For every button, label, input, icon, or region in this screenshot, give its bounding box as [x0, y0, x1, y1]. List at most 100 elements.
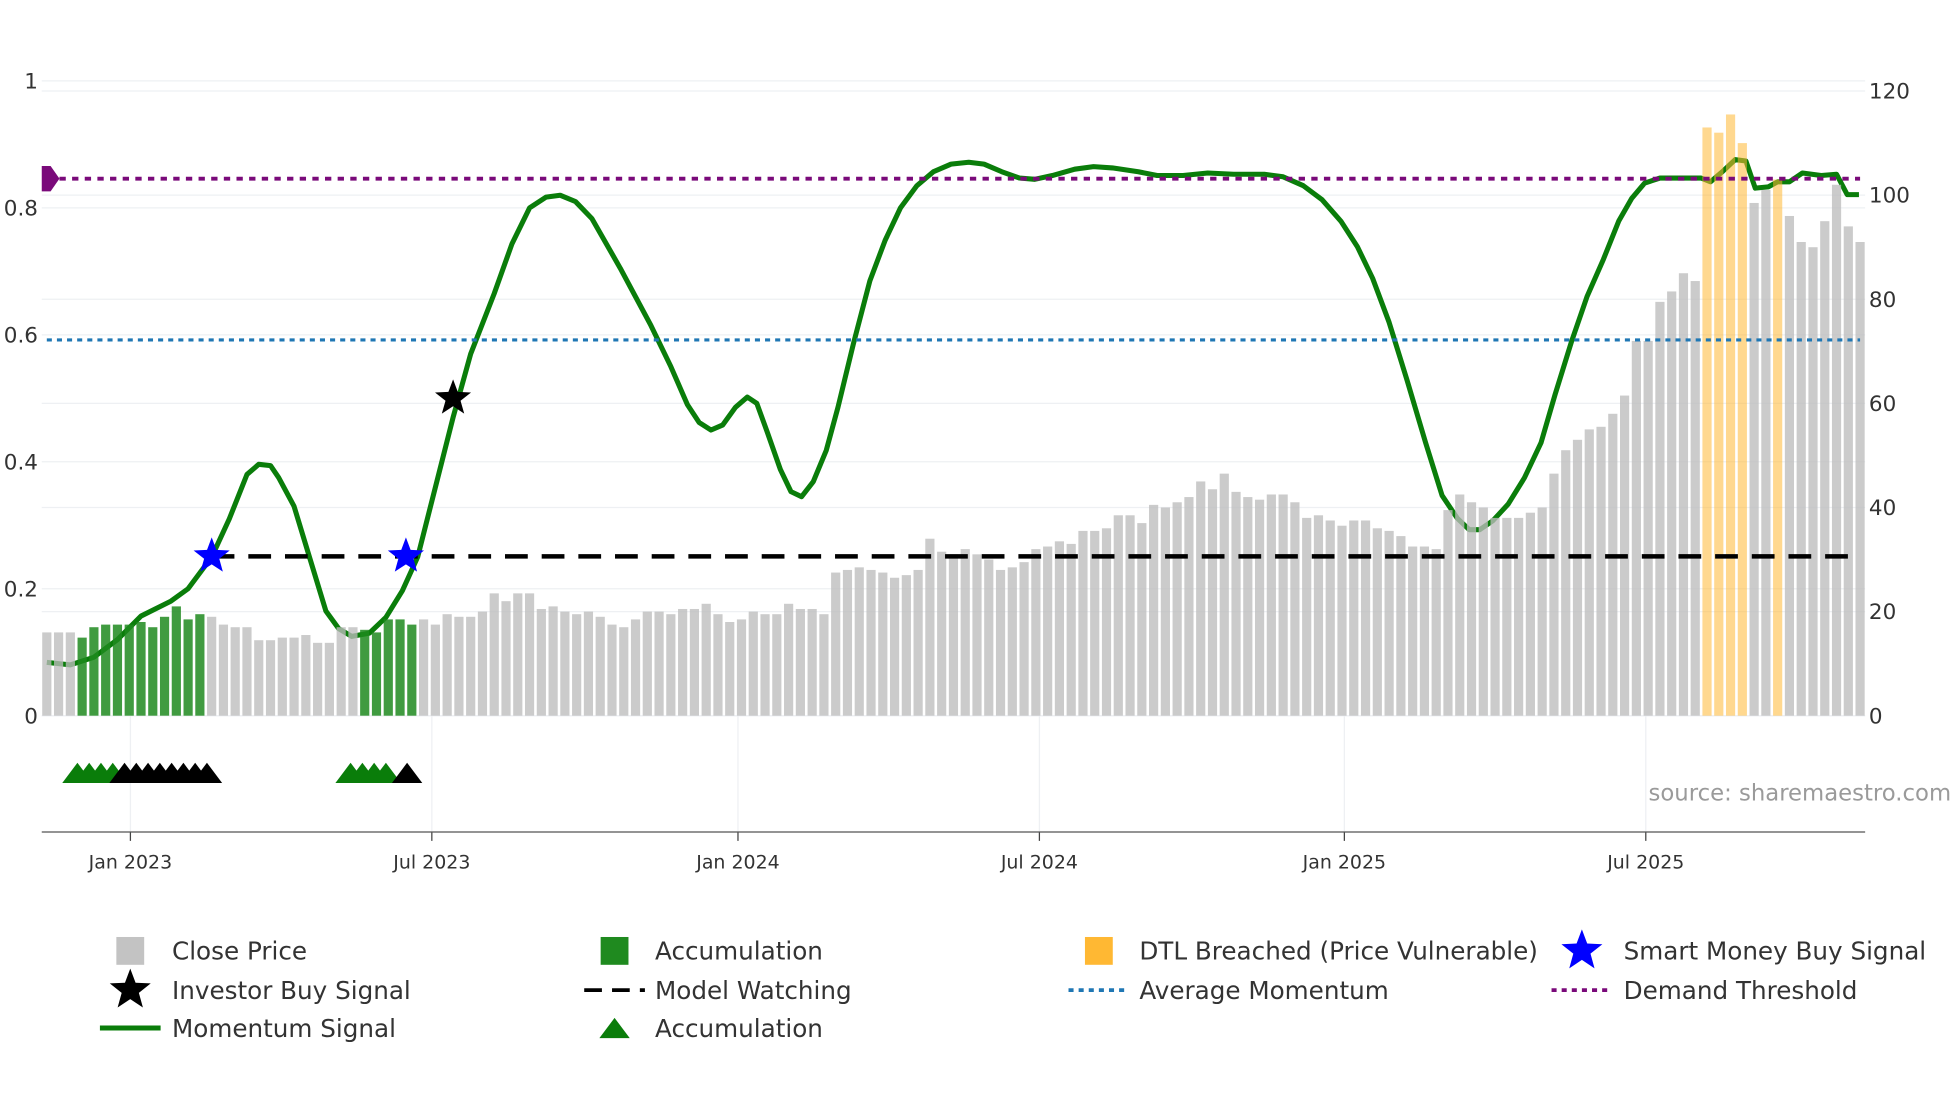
close-price-bar [454, 616, 464, 716]
close-price-bar [336, 627, 346, 716]
close-price-bar [1266, 494, 1276, 716]
left-tick-label: 0.8 [4, 196, 38, 221]
close-price-bar [854, 567, 864, 716]
x-tick-label: Jan 2025 [1302, 852, 1386, 874]
close-price-bar [913, 569, 923, 716]
close-price-bar [442, 614, 452, 716]
close-price-bar [1749, 202, 1759, 716]
source-label: source: sharemaestro.com [1649, 780, 1952, 806]
close-price-bar [207, 616, 217, 716]
close-price-bar [513, 593, 523, 716]
left-tick-label: 0.2 [4, 577, 38, 602]
accumulation-bar [77, 637, 87, 716]
close-price-bar [1360, 520, 1371, 716]
close-price-bar [1525, 512, 1535, 716]
close-price-bar [477, 611, 488, 716]
left-tick-label: 0.4 [4, 450, 38, 475]
x-tick-label: Jan 2024 [695, 852, 779, 874]
close-price-bar [795, 608, 805, 716]
close-price-bar [1584, 429, 1594, 716]
dtl-breached-bar [1702, 127, 1712, 716]
x-tick-label: Jul 2023 [392, 852, 470, 874]
demand-threshold-marker [41, 166, 60, 192]
dtl-breached-bar [1737, 143, 1747, 716]
close-price-bar [489, 593, 499, 716]
x-tick-label: Jul 2025 [1606, 852, 1684, 874]
close-price-bar [1007, 567, 1017, 716]
close-price-bar [1054, 541, 1065, 716]
close-price-bar [1419, 546, 1430, 716]
close-price-bar [1596, 426, 1606, 716]
close-price-bar [289, 637, 299, 716]
square-grey-icon [116, 936, 145, 965]
accumulation-bar [371, 632, 382, 716]
close-price-bar [1337, 525, 1347, 716]
close-price-bar [807, 608, 817, 716]
close-price-bar [1349, 520, 1359, 716]
x-tick-label: Jan 2023 [88, 852, 172, 874]
legend-label: Momentum Signal [172, 1014, 396, 1043]
close-price-bar [313, 642, 323, 716]
right-tick-label: 100 [1869, 184, 1910, 209]
accumulation-bar [136, 622, 146, 716]
star-blue-icon [1561, 929, 1603, 969]
accumulation-bar [148, 627, 158, 716]
close-price-bar [1243, 497, 1253, 716]
close-price-bar [430, 624, 440, 716]
close-price-bar [1196, 481, 1206, 716]
accumulation-bar [124, 624, 134, 716]
close-price-bar [1313, 515, 1324, 716]
close-price-bar [725, 622, 735, 716]
close-price-bar [1855, 242, 1865, 716]
signal-markers [62, 379, 472, 783]
close-price-bar [1631, 340, 1641, 716]
dtl-breached-bar [1725, 114, 1736, 716]
close-price-bar [925, 538, 935, 716]
close-price-bar [301, 635, 311, 716]
close-price-bar [1796, 242, 1806, 716]
close-price-bar [1431, 549, 1441, 716]
close-price-bar [1278, 494, 1288, 716]
close-price-bar [937, 551, 947, 716]
close-price-bar [1137, 523, 1147, 716]
close-price-bar [65, 632, 75, 716]
close-price-bar [1090, 530, 1100, 716]
close-price-bar [1396, 536, 1406, 716]
momentum-chart: 0 0.2 0.4 0.6 0.8 1 0 20 40 60 80 100 120 Jan 2023 Jul… [4, 70, 1952, 1043]
close-price-bar [419, 619, 429, 716]
accumulation-bar [407, 624, 417, 716]
close-price-bar [1302, 517, 1312, 716]
close-price-bar [583, 611, 594, 716]
close-price-bar [1149, 504, 1159, 716]
triangle-icon [599, 1017, 630, 1039]
close-price-bar [866, 569, 876, 716]
smart-money-star-icon [387, 537, 425, 572]
close-price-bar [1384, 530, 1394, 716]
close-price-bar [265, 640, 276, 716]
close-price-bar [1125, 515, 1135, 716]
close-price-bar [1443, 510, 1453, 716]
close-price-bar [878, 572, 888, 716]
close-price-bar [1372, 528, 1382, 716]
close-price-bar [1572, 439, 1583, 716]
close-price-bar [1078, 530, 1088, 716]
close-price-bar [1219, 473, 1229, 716]
close-price-bar [1490, 517, 1500, 716]
close-price-bar [1537, 507, 1547, 716]
right-tick-label: 40 [1869, 496, 1896, 521]
close-price-bar [572, 614, 582, 716]
close-price-bar [524, 593, 535, 716]
close-price-bar [678, 608, 688, 716]
close-price-bar [701, 603, 711, 716]
close-price-bar [1466, 502, 1477, 716]
accumulation-bar [383, 619, 393, 716]
close-price-bar [1290, 502, 1300, 716]
close-price-bar [1207, 489, 1218, 716]
close-price-bar [1690, 281, 1700, 716]
close-price-bar [1549, 473, 1559, 716]
close-price-bar [748, 611, 758, 716]
close-price-bar [1514, 517, 1524, 716]
accumulation-bar [112, 624, 123, 716]
close-price-bar [1043, 546, 1053, 716]
close-price-bar [53, 632, 64, 716]
